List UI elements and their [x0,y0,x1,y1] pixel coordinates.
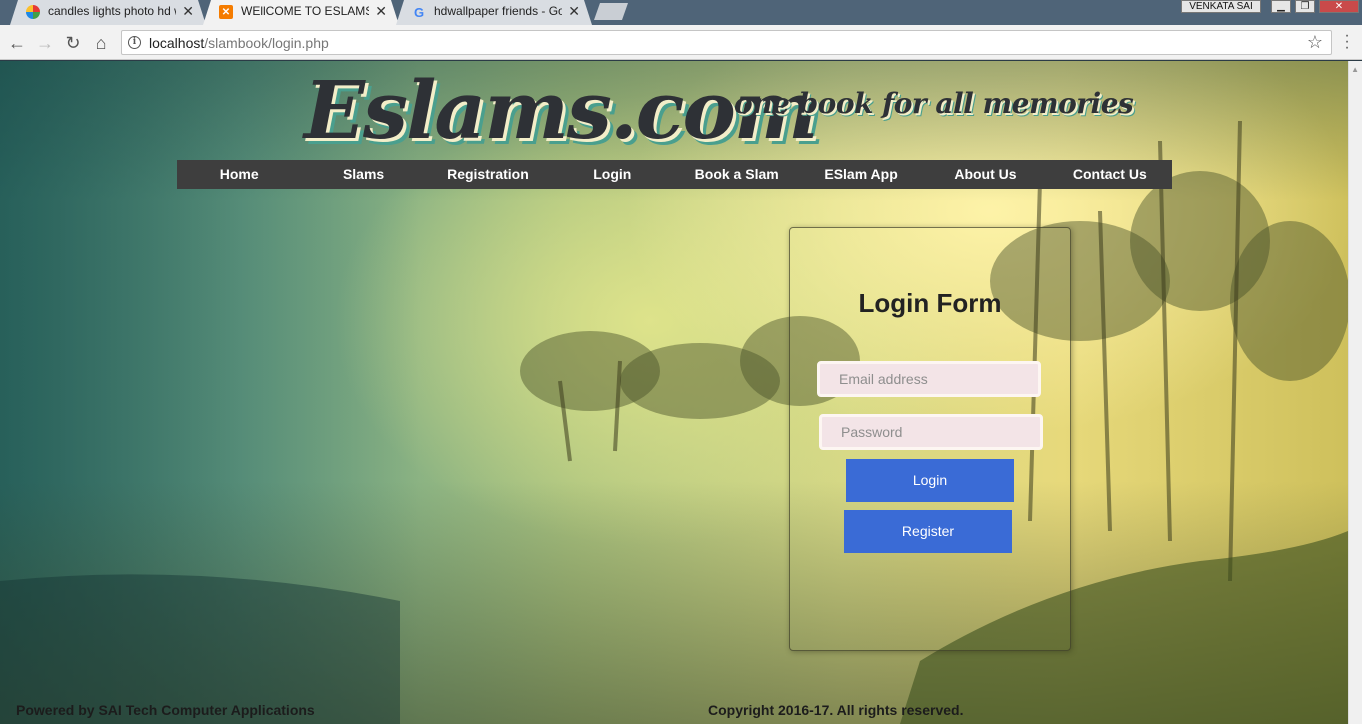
address-bar[interactable]: i localhost/slambook/login.php ☆ [121,30,1332,55]
google-icon: G [413,4,425,20]
url-path: /slambook/login.php [204,35,329,51]
new-tab-button[interactable] [594,3,628,20]
minimize-icon[interactable]: ▁ [1271,0,1291,13]
nav-item-eslam-app[interactable]: ESlam App [799,160,923,189]
nav-item-contact-us[interactable]: Contact Us [1048,160,1172,189]
browser-tab-2[interactable]: ✕ WEllCOME TO ESLAMS.C ✕ [203,0,399,25]
browser-toolbar: ← → ↻ ⌂ i localhost/slambook/login.php ☆… [0,25,1362,60]
restore-icon[interactable]: ❐ [1295,0,1315,13]
nav-item-slams[interactable]: Slams [301,160,425,189]
browser-tab-title: WEllCOME TO ESLAMS.C [241,4,366,18]
nav-item-registration[interactable]: Registration [426,160,550,189]
vertical-scrollbar[interactable]: ▲ [1348,61,1362,724]
browser-tab-1[interactable]: candles lights photo hd w ✕ [10,0,206,25]
password-field[interactable] [819,414,1043,450]
close-icon[interactable]: ✕ [182,3,194,20]
page-viewport: Eslams.com one book for all memories Hom… [0,61,1362,724]
footer-powered-by: Powered by SAI Tech Computer Application… [16,702,315,718]
site-tagline: one book for all memories [734,87,1134,120]
nav-item-home[interactable]: Home [177,160,301,189]
xampp-icon: ✕ [219,5,233,19]
login-form: Login Form Login Register [789,227,1071,651]
scroll-up-icon[interactable]: ▲ [1351,65,1359,74]
close-icon[interactable]: ✕ [568,3,580,20]
forward-icon[interactable]: → [34,32,56,54]
browser-menu-icon[interactable]: · · · [1343,28,1351,56]
profile-user-badge[interactable]: VENKATA SAI [1181,0,1261,13]
browser-tab-title: candles lights photo hd w [48,4,176,18]
url-text[interactable]: localhost/slambook/login.php [149,35,329,51]
browser-tab-3[interactable]: G hdwallpaper friends - Go ✕ [396,0,592,25]
pinwheel-icon [26,5,40,19]
reload-icon[interactable]: ↻ [62,32,84,54]
home-icon[interactable]: ⌂ [90,32,112,54]
tab-strip: candles lights photo hd w ✕ ✕ WEllCOME T… [0,0,1362,25]
nav-item-login[interactable]: Login [550,160,674,189]
close-icon[interactable]: ✕ [375,3,387,20]
window-close-icon[interactable]: ✕ [1319,0,1359,13]
url-host: localhost [149,35,205,51]
login-button[interactable]: Login [846,459,1014,502]
nav-item-book-a-slam[interactable]: Book a Slam [675,160,799,189]
browser-tab-title: hdwallpaper friends - Go [434,4,562,18]
main-navigation: Home Slams Registration Login Book a Sla… [177,160,1172,189]
bookmark-star-icon[interactable]: ☆ [1307,32,1323,53]
register-button[interactable]: Register [844,510,1012,553]
footer-copyright: Copyright 2016-17. All rights reserved. [708,702,964,718]
back-icon[interactable]: ← [6,32,28,54]
login-form-title: Login Form [858,288,1002,318]
email-field[interactable] [817,361,1041,397]
info-icon[interactable]: i [128,36,141,49]
nav-item-about-us[interactable]: About Us [923,160,1047,189]
